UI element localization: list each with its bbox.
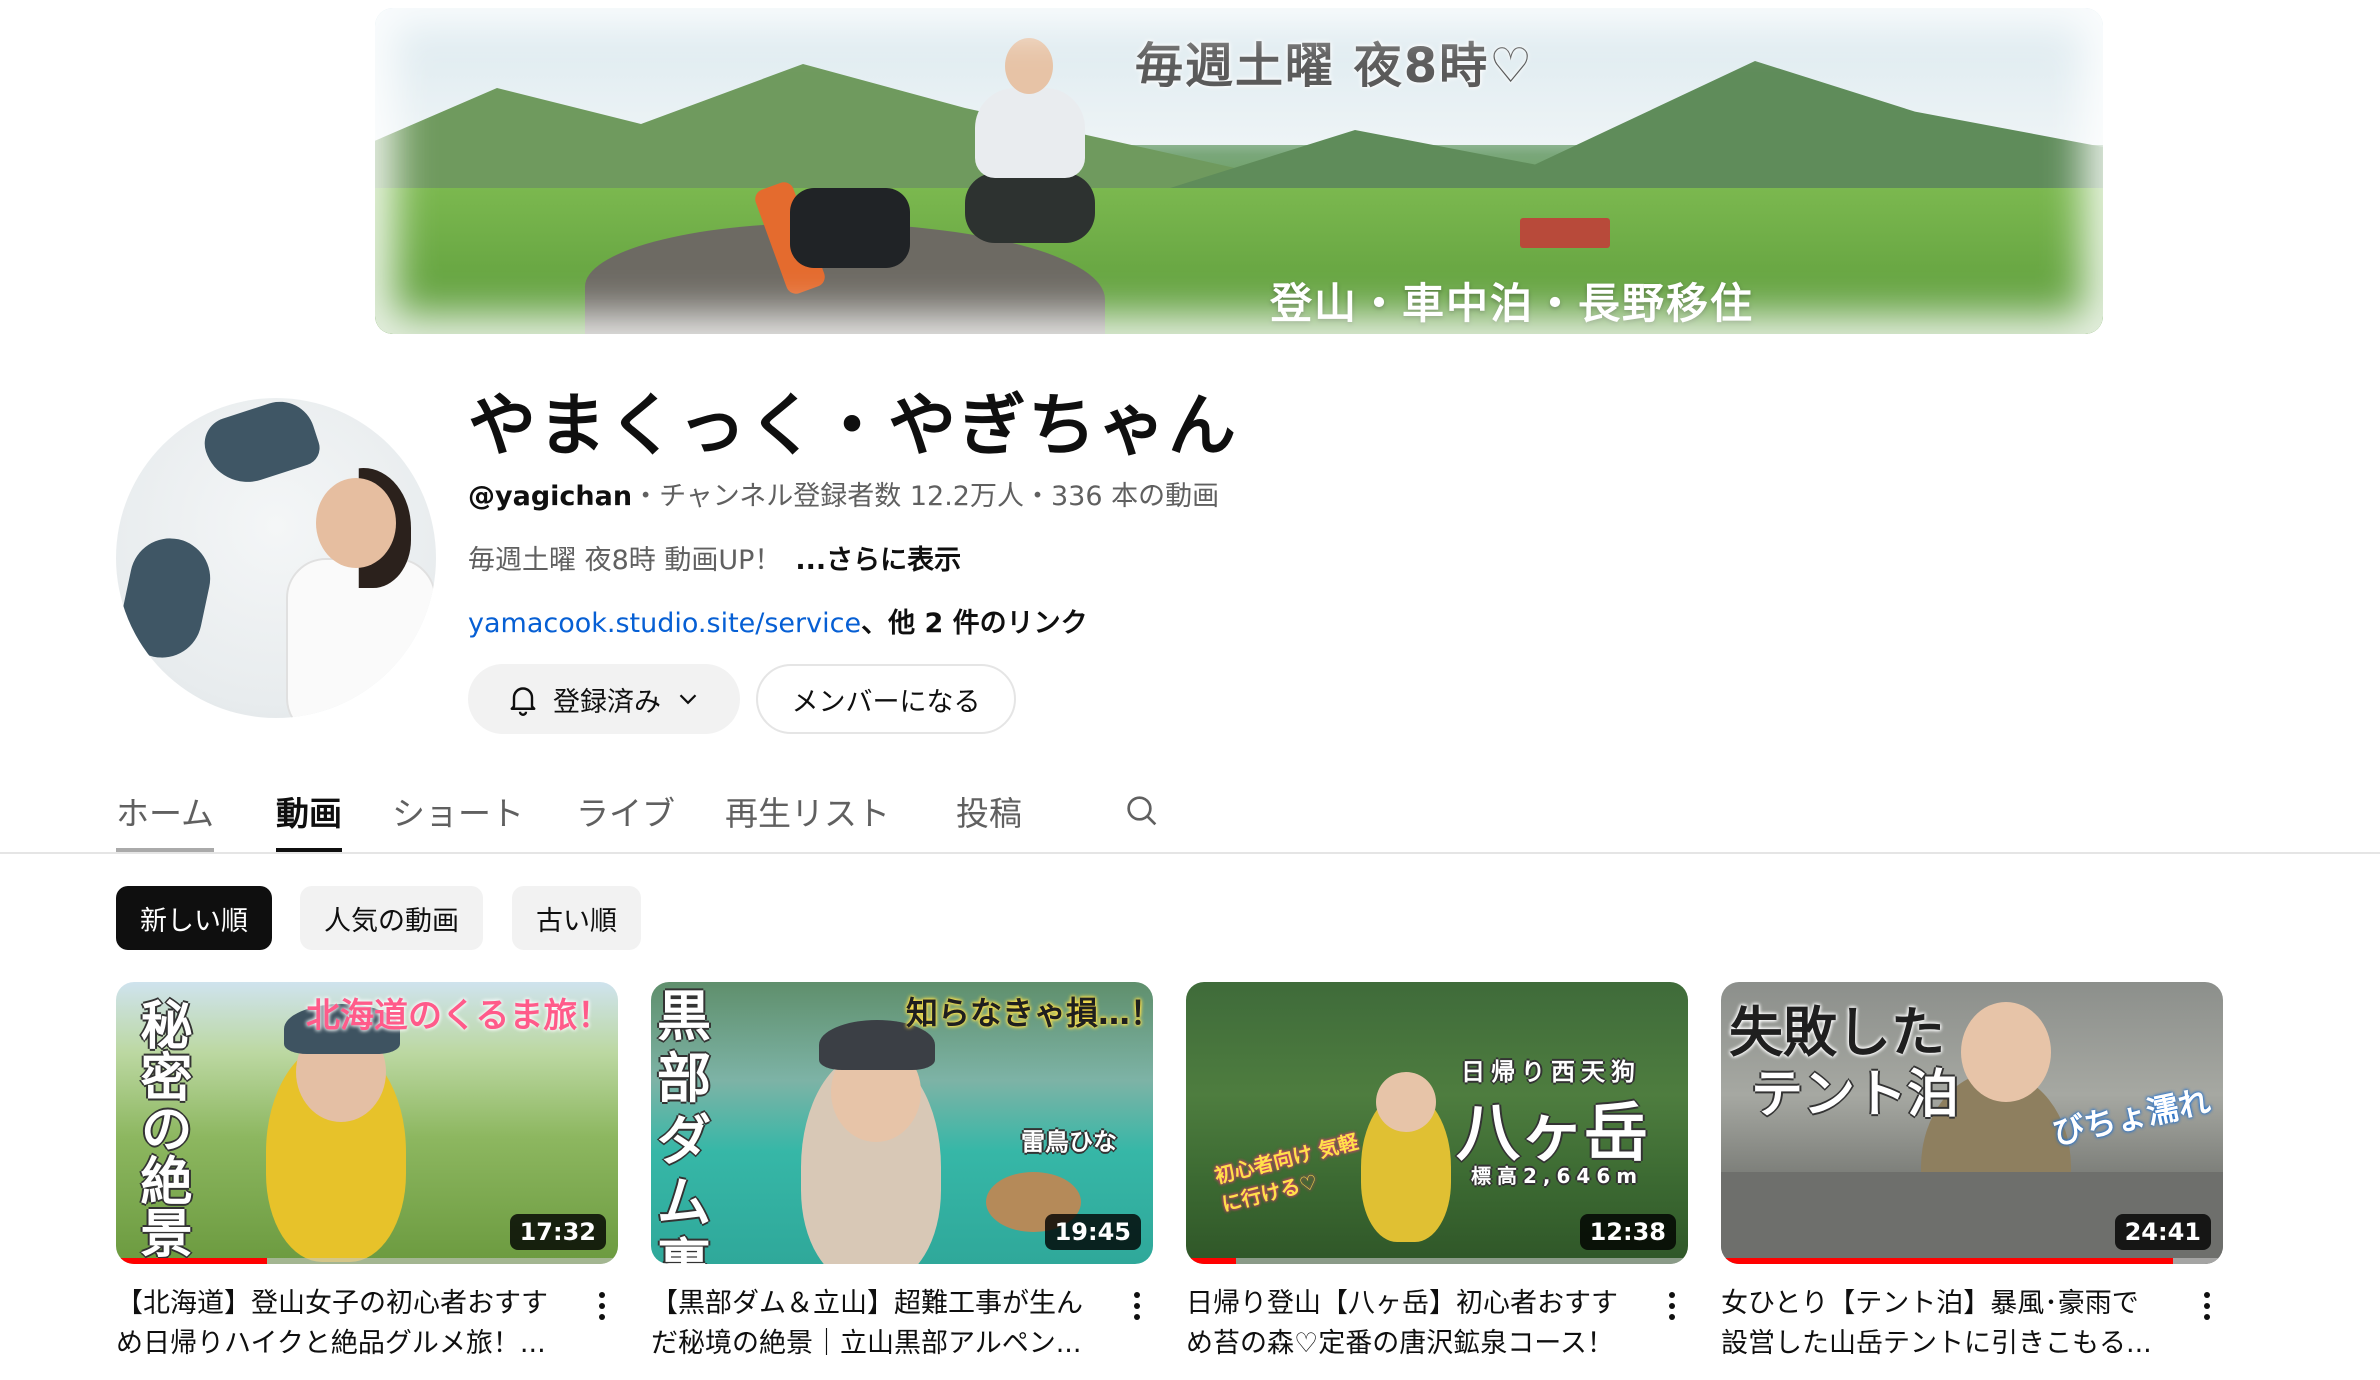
video-title-line: め日帰りハイクと絶品グルメ旅！... — [116, 1328, 546, 1359]
video-duration: 12:38 — [1579, 1214, 1676, 1250]
watch-progress — [1186, 1258, 1237, 1264]
chip-popular[interactable]: 人気の動画 — [300, 886, 483, 950]
video-card[interactable]: 失敗した テント泊 びちょ濡れ 24:41 女ひとり【テント泊】暴風･豪雨で 設… — [1721, 982, 2223, 1359]
thumb-text: テント泊 — [1751, 1065, 1960, 1125]
more-vert-icon[interactable] — [1656, 1286, 1688, 1326]
video-title[interactable]: 女ひとり【テント泊】暴風･豪雨で 設営した山岳テントに引きこもる... — [1721, 1284, 2181, 1364]
thumb-text: 知らなきゃ損…！ — [906, 994, 1153, 1032]
channel-meta: @yagichan・チャンネル登録者数 12.2万人・336 本の動画 — [468, 474, 1219, 513]
show-more-link[interactable]: ...さらに表示 — [795, 545, 961, 576]
channel-handle: @yagichan — [468, 481, 633, 512]
video-card[interactable]: 北海道のくるま旅！ 秘密の絶景 17:32 【北海道】登山女子の初心者おすす め… — [116, 982, 618, 1359]
video-card[interactable]: 知らなきゃ損…！ 黒部ダム裏側 雷鳥ひな 19:45 【黒部ダム＆立山】超難工事… — [651, 982, 1153, 1359]
video-title-line: 女ひとり【テント泊】暴風･豪雨で — [1721, 1288, 2139, 1319]
search-icon — [1127, 796, 1157, 826]
bell-icon — [510, 687, 536, 716]
tab-posts[interactable]: 投稿 — [956, 770, 1022, 852]
watch-progress — [116, 1258, 267, 1264]
video-thumbnail[interactable]: 北海道のくるま旅！ 秘密の絶景 17:32 — [116, 982, 618, 1264]
watch-progress — [1721, 1258, 2173, 1264]
channel-banner: 毎週土曜 夜8時♡ 登山・車中泊・長野移住 — [375, 8, 2103, 334]
chevron-down-icon — [679, 694, 697, 705]
thumb-text: 雷鳥ひな — [1021, 1128, 1117, 1156]
channel-link[interactable]: yamacook.studio.site/service — [468, 608, 861, 639]
tab-home[interactable]: ホーム — [116, 770, 215, 852]
channel-name: やまくっく・やぎちゃん — [468, 387, 1239, 466]
channel-stats: ・チャンネル登録者数 12.2万人・336 本の動画 — [632, 481, 1220, 512]
tab-search[interactable] — [1122, 770, 1162, 852]
channel-avatar[interactable] — [116, 398, 436, 718]
video-title[interactable]: 【北海道】登山女子の初心者おすす め日帰りハイクと絶品グルメ旅！... — [116, 1284, 576, 1364]
video-title[interactable]: 日帰り登山【八ヶ岳】初心者おすす め苔の森♡定番の唐沢鉱泉コース！ — [1186, 1284, 1646, 1364]
banner-tagline-top: 毎週土曜 夜8時♡ — [1135, 38, 1535, 94]
video-duration: 24:41 — [2114, 1214, 2211, 1250]
video-title-line: め苔の森♡定番の唐沢鉱泉コース！ — [1186, 1328, 1614, 1359]
banner-tagline-bottom: 登山・車中泊・長野移住 — [1270, 279, 1755, 328]
video-duration: 19:45 — [1044, 1214, 1141, 1250]
tab-videos[interactable]: 動画 — [276, 770, 343, 852]
chip-newest[interactable]: 新しい順 — [116, 886, 272, 950]
video-title-line: 設営した山岳テントに引きこもる... — [1721, 1328, 2152, 1359]
video-thumbnail[interactable]: 日帰り西天狗 八ヶ岳 標高2,646m 初心者向け 気軽に行ける♡ 12:38 — [1186, 982, 1688, 1264]
chip-oldest[interactable]: 古い順 — [512, 886, 641, 950]
thumb-text: 北海道のくるま旅！ — [306, 996, 612, 1036]
join-membership-button[interactable]: メンバーになる — [756, 664, 1016, 734]
video-thumbnail[interactable]: 失敗した テント泊 びちょ濡れ 24:41 — [1721, 982, 2223, 1264]
video-title[interactable]: 【黒部ダム＆立山】超難工事が生ん だ秘境の絶景｜立山黒部アルペン... — [651, 1284, 1111, 1364]
video-title-line: 日帰り登山【八ヶ岳】初心者おすす — [1186, 1288, 1618, 1319]
thumb-text: 秘密の絶景 — [131, 998, 191, 1258]
subscribed-button[interactable]: 登録済み — [468, 664, 740, 734]
tab-live[interactable]: ライブ — [576, 770, 675, 852]
video-thumbnail[interactable]: 知らなきゃ損…！ 黒部ダム裏側 雷鳥ひな 19:45 — [651, 982, 1153, 1264]
other-links[interactable]: 、他 2 件のリンク — [861, 608, 1088, 639]
more-vert-icon[interactable] — [586, 1286, 618, 1326]
channel-description[interactable]: 毎週土曜 夜8時 動画UP！ ...さらに表示 — [468, 538, 961, 577]
channel-links: yamacook.studio.site/service、他 2 件のリンク — [468, 601, 1088, 640]
video-card[interactable]: 日帰り西天狗 八ヶ岳 標高2,646m 初心者向け 気軽に行ける♡ 12:38 … — [1186, 982, 1688, 1359]
tabs-divider — [0, 852, 2380, 854]
video-title-line: 【北海道】登山女子の初心者おすす — [116, 1288, 548, 1319]
channel-tabs: ホーム 動画 ショート ライブ 再生リスト 投稿 — [116, 770, 1162, 852]
thumb-text: 黒部ダム裏側 — [657, 985, 711, 1265]
more-vert-icon[interactable] — [1121, 1286, 1153, 1326]
thumb-text: 標高2,646m — [1471, 1164, 1644, 1188]
subscribed-label: 登録済み — [553, 686, 661, 718]
more-vert-icon[interactable] — [2191, 1286, 2223, 1326]
tab-shorts[interactable]: ショート — [392, 770, 524, 852]
tab-playlists[interactable]: 再生リスト — [725, 770, 890, 852]
channel-description-text: 毎週土曜 夜8時 動画UP！ — [468, 545, 782, 576]
video-duration: 17:32 — [509, 1214, 606, 1250]
video-title-line: 【黒部ダム＆立山】超難工事が生ん — [651, 1288, 1083, 1319]
video-title-line: だ秘境の絶景｜立山黒部アルペン... — [651, 1328, 1082, 1359]
